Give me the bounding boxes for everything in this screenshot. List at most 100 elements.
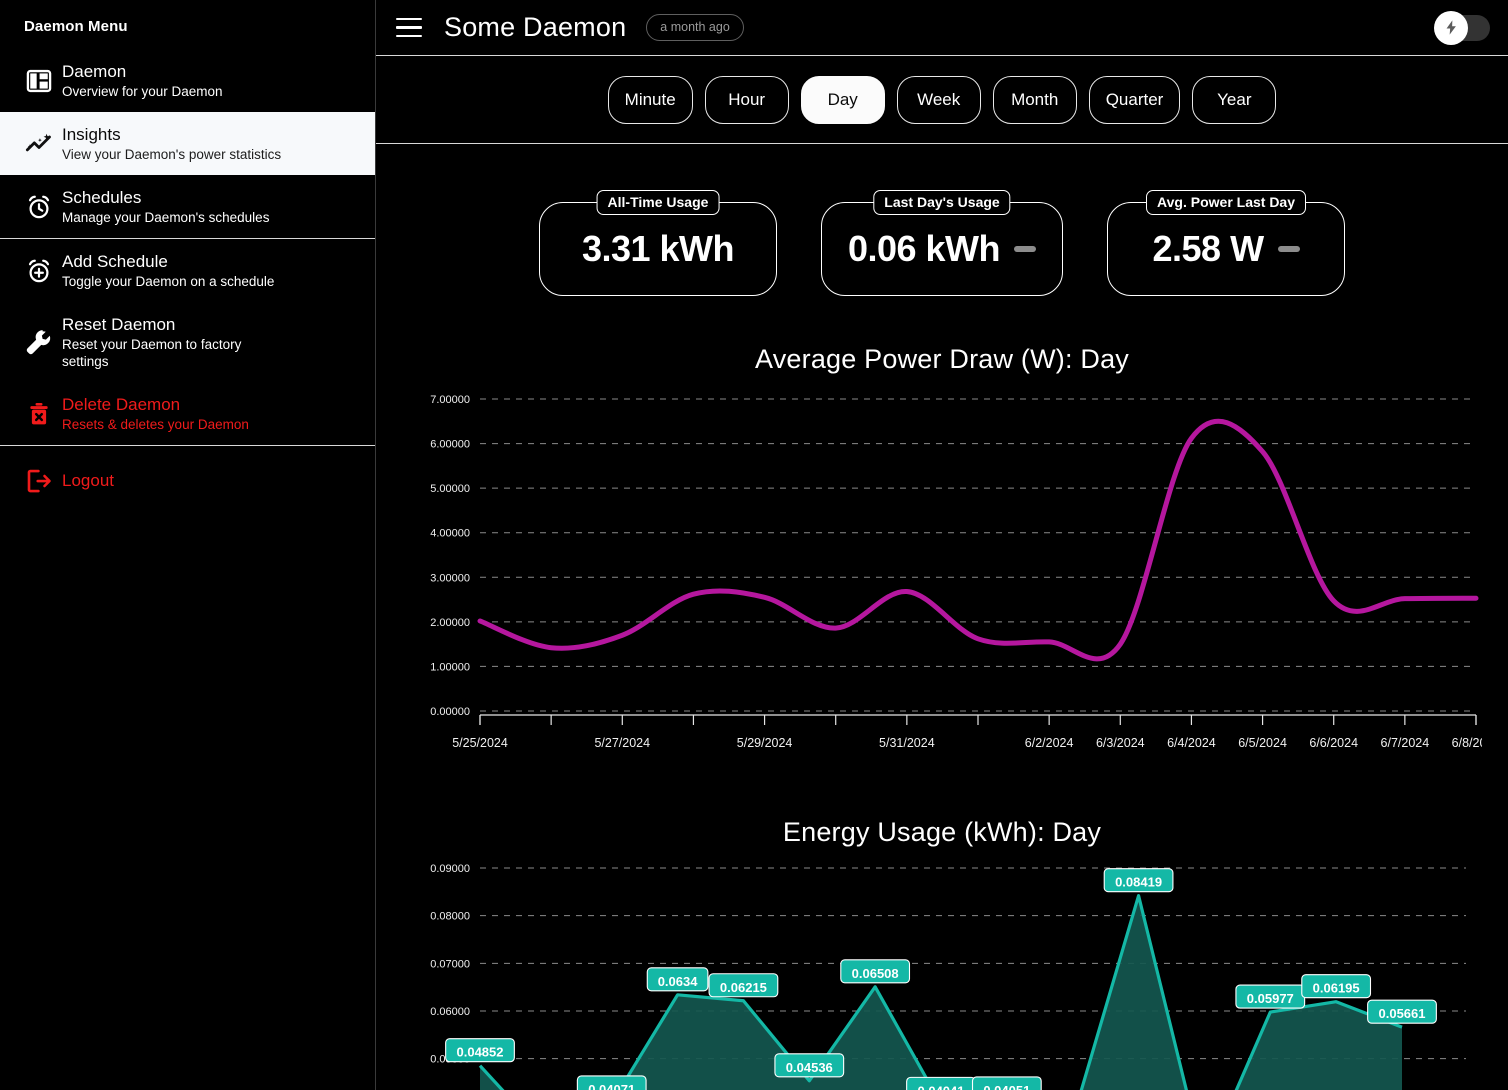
sidebar-item-daemon[interactable]: Daemon Overview for your Daemon xyxy=(0,49,375,112)
x-tick-label: 6/5/2024 xyxy=(1238,736,1287,750)
data-point-label: 0.04071 xyxy=(576,1075,647,1090)
chart-energy-usage: Energy Usage (kWh): Day 0.040000.050000.… xyxy=(376,817,1508,1090)
chart-average-power-draw: Average Power Draw (W): Day 0.00000 1.000… xyxy=(376,344,1508,781)
y-tick-label: 4.00000 xyxy=(430,528,470,540)
data-point-label: 0.04536 xyxy=(774,1053,845,1078)
svg-text:0.05977: 0.05977 xyxy=(1247,991,1294,1006)
page-title: Some Daemon xyxy=(444,12,627,42)
x-tick-label: 5/29/2024 xyxy=(737,736,793,750)
sidebar-item-label: Add Schedule xyxy=(62,252,168,271)
last-updated-badge: a month ago xyxy=(646,14,744,41)
y-tick-label: 0.07000 xyxy=(430,958,470,970)
data-point-label: 0.0634 xyxy=(646,967,709,992)
dashboard-icon xyxy=(16,67,62,95)
range-option-quarter[interactable]: Quarter xyxy=(1088,75,1181,124)
sidebar-item-reset-daemon[interactable]: Reset Daemon Reset your Daemon to factor… xyxy=(0,302,375,382)
sidebar-item-sublabel: Resets & deletes your Daemon xyxy=(62,417,249,432)
svg-text:0.06215: 0.06215 xyxy=(720,980,767,995)
alarm-plus-icon xyxy=(16,257,62,285)
sidebar-item-label: Delete Daemon xyxy=(62,395,181,414)
alarm-clock-icon xyxy=(16,193,62,221)
sidebar-group-actions: Add Schedule Toggle your Daemon on a sch… xyxy=(0,238,375,445)
range-selector: Minute Hour Day Week Month Quarter Year xyxy=(376,56,1508,144)
sidebar-group-primary: Daemon Overview for your Daemon Insights… xyxy=(0,49,375,238)
sidebar-item-logout[interactable]: Logout xyxy=(0,446,375,516)
sidebar-item-schedules[interactable]: Schedules Manage your Daemon's schedules xyxy=(0,175,375,238)
trash-icon xyxy=(16,400,62,428)
stat-value: 2.58 W xyxy=(1152,228,1265,269)
x-tick-label: 5/27/2024 xyxy=(594,736,650,750)
sidebar-item-label: Schedules xyxy=(62,188,142,207)
y-tick-label: 0.09000 xyxy=(430,863,470,875)
stat-legend: Avg. Power Last Day xyxy=(1146,190,1307,215)
sidebar-item-insights[interactable]: Insights View your Daemon's power statis… xyxy=(0,112,375,175)
svg-text:0.04536: 0.04536 xyxy=(786,1060,833,1075)
y-tick-label: 5.00000 xyxy=(430,483,470,495)
data-point-label: 0.06508 xyxy=(840,959,911,984)
insights-icon xyxy=(16,130,62,158)
sidebar-item-sublabel: Toggle your Daemon on a schedule xyxy=(62,274,275,289)
bolt-icon xyxy=(1434,10,1468,45)
svg-text:0.04051: 0.04051 xyxy=(983,1083,1030,1090)
range-option-day[interactable]: Day xyxy=(800,75,885,124)
y-tick-label: 7.00000 xyxy=(430,394,470,406)
data-point-label: 0.05661 xyxy=(1367,999,1437,1024)
y-tick-label: 0.06000 xyxy=(430,1006,470,1018)
sidebar-group-session: Logout xyxy=(0,445,375,516)
stats-row: All-Time Usage 3.31 kWh Last Day's Usage… xyxy=(376,144,1508,296)
power-draw-series xyxy=(477,418,1479,662)
power-toggle[interactable] xyxy=(1434,10,1490,45)
hamburger-icon[interactable] xyxy=(396,17,422,38)
data-point-label: 0.08419 xyxy=(1103,868,1174,893)
energy-usage-plot[interactable]: 0.040000.050000.060000.070000.080000.090… xyxy=(402,854,1482,1090)
x-tick-label: 6/6/2024 xyxy=(1309,736,1358,750)
main-content: Some Daemon a month ago Minute Hour Day … xyxy=(376,0,1508,1090)
wrench-icon xyxy=(16,327,62,357)
range-option-week[interactable]: Week xyxy=(896,75,981,124)
stat-legend: Last Day's Usage xyxy=(873,190,1011,215)
svg-text:0.06508: 0.06508 xyxy=(852,966,899,981)
y-tick-label: 3.00000 xyxy=(430,572,470,584)
x-tick-label: 6/2/2024 xyxy=(1025,736,1074,750)
svg-text:0.08419: 0.08419 xyxy=(1115,875,1162,890)
y-tick-label: 0.08000 xyxy=(430,911,470,923)
svg-text:0.04852: 0.04852 xyxy=(457,1045,504,1060)
data-point-label: 0.04852 xyxy=(445,1038,515,1063)
sidebar-item-label: Reset Daemon xyxy=(62,315,176,334)
sidebar-item-label: Insights xyxy=(62,125,121,144)
x-tick-label: 5/31/2024 xyxy=(879,736,935,750)
stat-legend: All-Time Usage xyxy=(596,190,720,215)
svg-text:0.06195: 0.06195 xyxy=(1313,981,1360,996)
chart-title: Energy Usage (kWh): Day xyxy=(782,817,1102,847)
data-point-label: 0.06195 xyxy=(1301,974,1372,999)
trend-flat-icon xyxy=(1277,246,1300,252)
logout-label: Logout xyxy=(62,471,114,490)
sidebar-item-add-schedule[interactable]: Add Schedule Toggle your Daemon on a sch… xyxy=(0,239,375,302)
data-point-label: 0.04041 xyxy=(906,1076,976,1090)
data-point-label: 0.06215 xyxy=(708,973,779,998)
stat-card-avg-power-last-day: Avg. Power Last Day 2.58 W xyxy=(1107,190,1346,296)
x-tick-label: 6/4/2024 xyxy=(1167,736,1216,750)
power-draw-plot[interactable]: 0.00000 1.00000 2.00000 3.00000 4.00000 5.000… xyxy=(402,381,1482,781)
logout-icon xyxy=(16,466,62,496)
sidebar-item-sublabel: Manage your Daemon's schedules xyxy=(62,210,270,225)
x-tick-label: 6/8/2024 xyxy=(1452,736,1482,750)
topbar: Some Daemon a month ago xyxy=(376,0,1508,56)
trend-flat-icon xyxy=(1014,246,1037,252)
svg-text:0.0634: 0.0634 xyxy=(658,974,699,989)
svg-text:0.04041: 0.04041 xyxy=(918,1083,965,1090)
stat-card-all-time-usage: All-Time Usage 3.31 kWh xyxy=(538,190,777,296)
range-option-year[interactable]: Year xyxy=(1192,75,1277,124)
stat-value: 3.31 kWh xyxy=(581,228,735,269)
y-tick-label: 0.00000 xyxy=(430,706,470,718)
data-point-label: 0.04051 xyxy=(971,1076,1042,1090)
x-tick-label: 5/25/2024 xyxy=(452,736,508,750)
app-root: Daemon Menu Daemon Overview for your Dae… xyxy=(0,0,1508,1090)
sidebar-item-label: Daemon xyxy=(62,62,127,81)
range-option-minute[interactable]: Minute xyxy=(607,75,693,124)
range-option-hour[interactable]: Hour xyxy=(704,75,789,124)
range-option-month[interactable]: Month xyxy=(992,75,1077,124)
chart-title: Average Power Draw (W): Day xyxy=(755,344,1129,374)
sidebar-item-delete-daemon[interactable]: Delete Daemon Resets & deletes your Daem… xyxy=(0,382,375,445)
x-tick-label: 6/7/2024 xyxy=(1381,736,1430,750)
